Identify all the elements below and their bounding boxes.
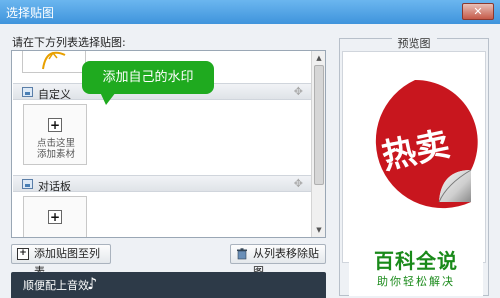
watermark-sub-text: 助你轻松解决 [377, 275, 455, 288]
title-bar: 选择贴图 ✕ [0, 0, 500, 24]
preview-image: 热卖 [342, 51, 486, 263]
scroll-down-icon[interactable]: ▼ [313, 224, 325, 236]
add-card-line2: 添加素材 [36, 149, 75, 160]
list-scrollbar[interactable]: ▲ ▼ [311, 51, 325, 237]
plus-icon: + [48, 118, 62, 132]
add-to-list-button[interactable]: + 添加贴图至列表 [11, 244, 111, 278]
arrow-sticker-icon [42, 51, 66, 70]
music-note-icon: ♪ [87, 274, 98, 293]
remove-from-list-button[interactable]: 从列表移除贴图 [230, 244, 326, 278]
plus-icon: + [48, 210, 62, 224]
scroll-up-icon[interactable]: ▲ [313, 52, 325, 64]
watermark-preview: 百科全说 助你轻松解决 [349, 242, 483, 296]
close-button[interactable]: ✕ [462, 3, 494, 20]
preview-label: 预览图 [391, 35, 437, 51]
section-label: 对话板 [38, 180, 71, 193]
move-icon[interactable]: ✥ [294, 177, 303, 190]
add-material-card[interactable]: + 点击这里 添加素材 [23, 104, 87, 165]
sound-effect-label: 顺便配上音效: [23, 279, 93, 292]
move-icon[interactable]: ✥ [294, 85, 303, 98]
add-card-line1: 点击这里 [36, 138, 75, 149]
trash-icon [237, 248, 247, 260]
image-icon [22, 179, 33, 189]
window-title: 选择贴图 [6, 6, 55, 20]
image-icon [22, 87, 33, 97]
section-header-dialog[interactable]: 对话板 ✥ [13, 175, 311, 193]
watermark-tooltip: 添加自己的水印 [82, 61, 214, 94]
scroll-thumb[interactable] [314, 65, 324, 185]
watermark-main-text: 百科全说 [374, 249, 458, 273]
sticker-thumbnail[interactable] [22, 51, 86, 73]
list-label: 请在下方列表选择贴图: [12, 36, 126, 49]
add-icon: + [17, 248, 29, 260]
dialog-content: 请在下方列表选择贴图: 自定义 ✥ + 点击这里 添加素材 对话板 ✥ + ▲ … [0, 24, 500, 298]
sound-effect-bar[interactable]: 顺便配上音效: ♪ [11, 272, 326, 298]
close-icon: ✕ [473, 5, 483, 18]
add-material-card[interactable]: + [23, 196, 87, 237]
hot-sale-sticker: 热卖 [375, 79, 478, 209]
tooltip-tail [100, 92, 116, 105]
section-label: 自定义 [38, 88, 71, 101]
